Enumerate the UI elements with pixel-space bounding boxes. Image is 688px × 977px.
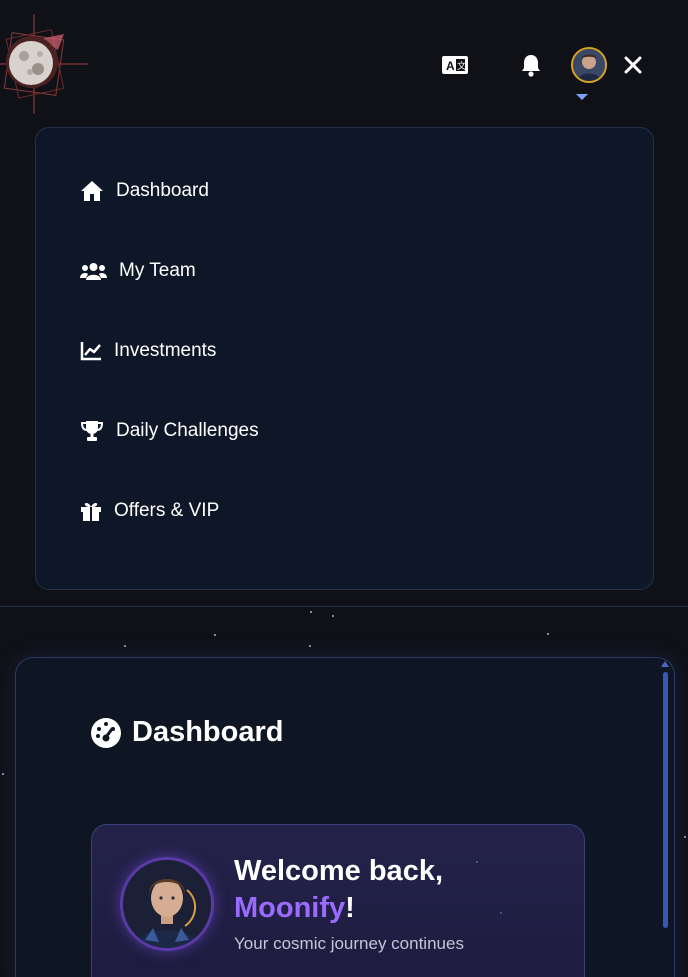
- menu-item-label: Offers & VIP: [114, 500, 220, 521]
- chart-line-icon: [80, 342, 101, 361]
- menu-item-daily-challenges[interactable]: Daily Challenges: [80, 416, 259, 446]
- menu-item-label: Investments: [114, 340, 217, 361]
- star-decoration: [547, 633, 549, 635]
- scrollbar[interactable]: [663, 672, 668, 928]
- star-decoration: [310, 611, 312, 613]
- username: Moonify: [234, 892, 346, 924]
- users-icon: [80, 263, 107, 280]
- svg-text:A: A: [446, 59, 455, 73]
- divider: [0, 606, 688, 607]
- chevron-down-icon: [576, 94, 588, 100]
- star-decoration: [476, 861, 478, 863]
- page-title: Dashboard: [90, 716, 283, 749]
- nav-menu: Dashboard My Team Investments Daily Chal…: [35, 127, 654, 590]
- star-decoration: [214, 634, 216, 636]
- welcome-heading: Welcome back,: [234, 855, 444, 887]
- trophy-icon: [80, 421, 104, 441]
- home-icon: [81, 181, 103, 201]
- menu-item-offers-vip[interactable]: Offers & VIP: [80, 496, 219, 526]
- star-decoration: [2, 773, 4, 775]
- star-decoration: [332, 615, 334, 617]
- welcome-username-line: Moonify!: [234, 892, 355, 925]
- user-avatar[interactable]: [571, 47, 607, 83]
- star-decoration: [124, 645, 126, 647]
- menu-item-my-team[interactable]: My Team: [80, 256, 196, 286]
- menu-item-label: Daily Challenges: [116, 420, 259, 441]
- welcome-subtitle: Your cosmic journey continues: [234, 934, 464, 953]
- page-title-text: Dashboard: [132, 716, 284, 748]
- bell-icon[interactable]: [518, 52, 544, 78]
- star-decoration: [500, 912, 502, 914]
- avatar: [120, 857, 214, 951]
- moon-logo-icon[interactable]: [0, 14, 90, 114]
- gauge-icon: [91, 717, 121, 748]
- menu-item-label: My Team: [119, 260, 196, 281]
- menu-item-investments[interactable]: Investments: [80, 336, 216, 366]
- star-decoration: [309, 645, 311, 647]
- welcome-exclaim: !: [345, 892, 355, 924]
- star-decoration: [684, 836, 686, 838]
- scroll-up-arrow[interactable]: [661, 661, 669, 667]
- gift-icon: [81, 502, 101, 521]
- menu-item-dashboard[interactable]: Dashboard: [80, 176, 209, 206]
- svg-text:文: 文: [457, 60, 466, 71]
- menu-item-label: Dashboard: [116, 180, 209, 201]
- top-bar: A 文: [0, 0, 688, 120]
- close-icon[interactable]: [620, 52, 646, 78]
- translate-icon[interactable]: A 文: [440, 52, 470, 78]
